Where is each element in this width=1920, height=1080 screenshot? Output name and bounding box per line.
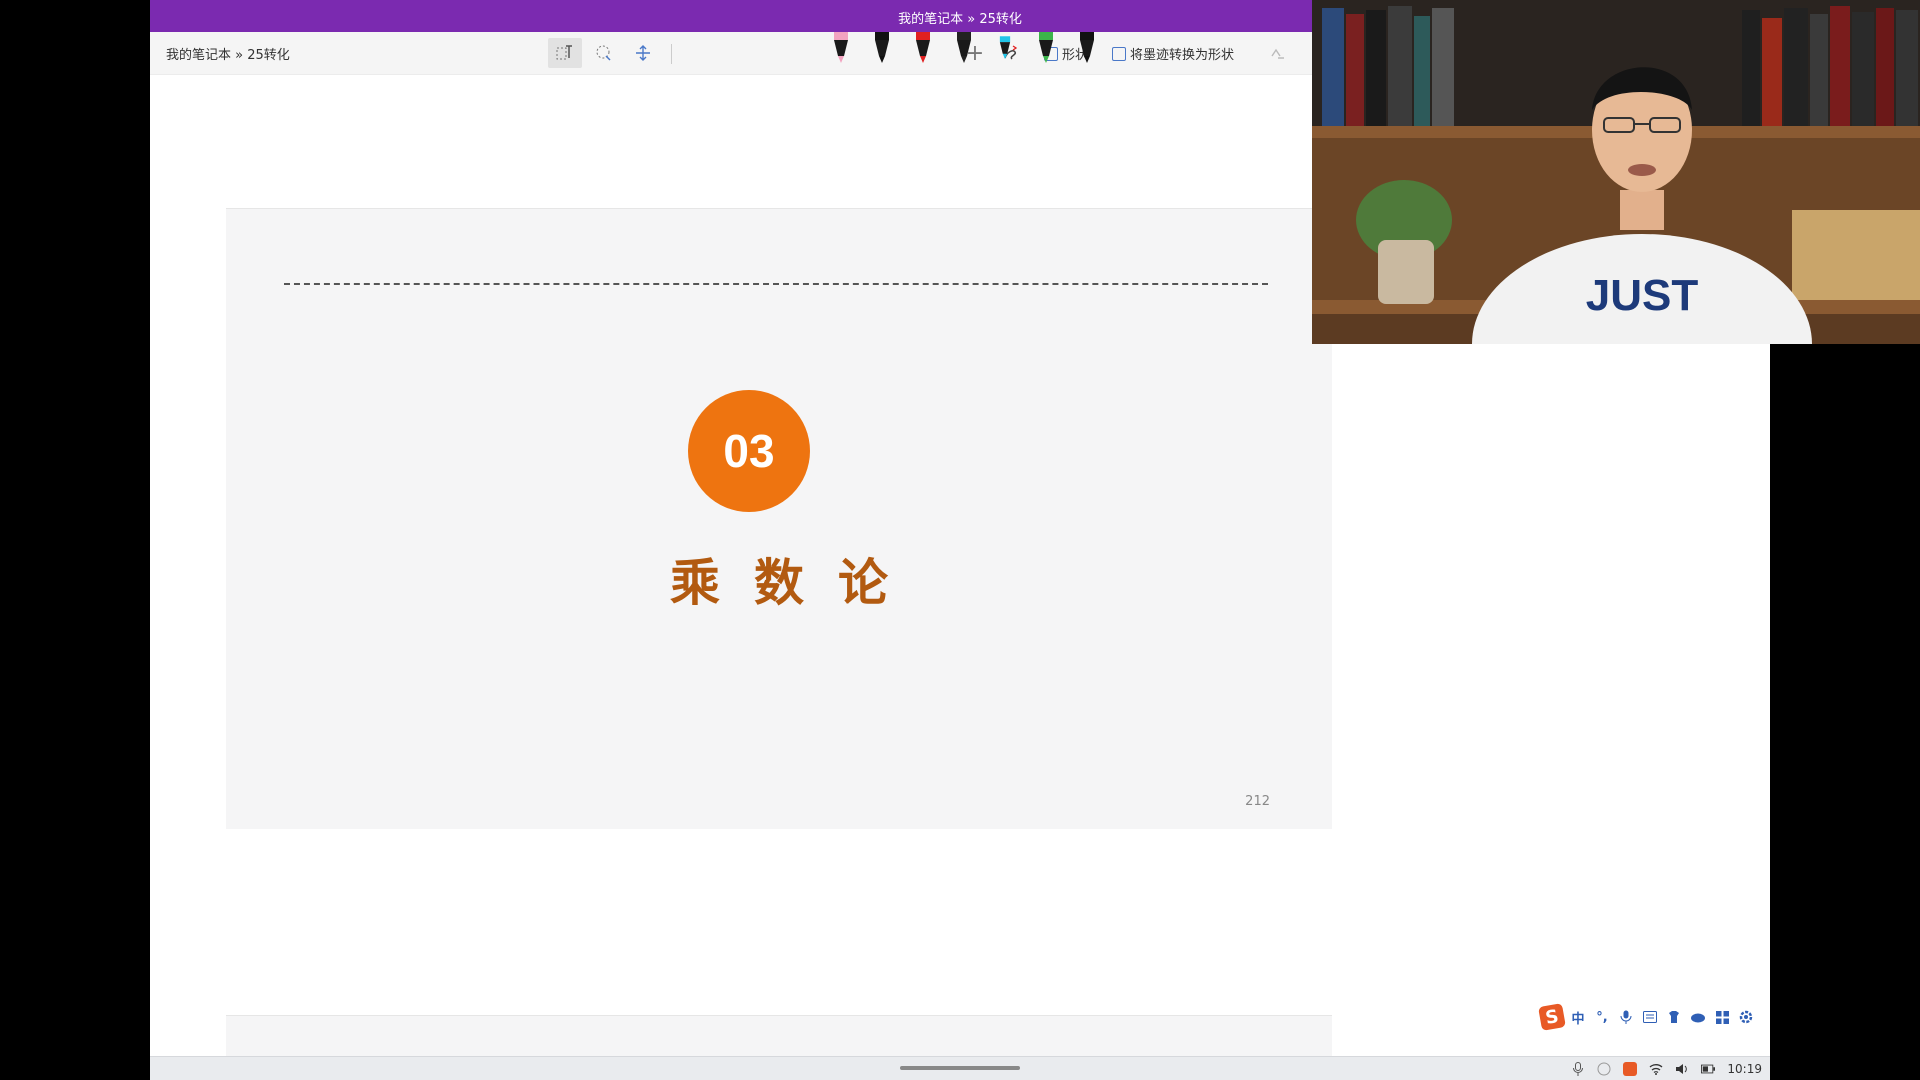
skin-icon[interactable] [1664, 1007, 1684, 1027]
pen-black-1-button[interactable] [871, 32, 893, 68]
system-tray: 10:19 [1571, 1059, 1762, 1079]
pen-cyan-button[interactable] [994, 32, 1016, 68]
breadcrumb[interactable]: 我的笔记本 » 25转化 [166, 44, 290, 63]
ime-mode-toggle[interactable]: 中 [1568, 1007, 1588, 1027]
pen-icon [916, 32, 930, 63]
ink-to-shape-icon [1112, 46, 1126, 61]
ink-to-math-icon [1271, 48, 1284, 59]
ime-toolbar: S 中 °, [1538, 1002, 1770, 1032]
sogou-tray-icon[interactable] [1623, 1062, 1638, 1076]
webcam-presenter-image: JUST [1312, 0, 1920, 344]
slide-printout: 03 乘数论 212 [226, 208, 1332, 829]
wifi-icon[interactable] [1649, 1062, 1663, 1076]
pen-pink-button[interactable] [830, 32, 852, 68]
select-text-tool-button[interactable] [548, 38, 582, 68]
lasso-select-button[interactable] [588, 38, 618, 68]
pen-red-button[interactable] [912, 32, 934, 68]
clock[interactable]: 10:19 [1727, 1062, 1762, 1076]
punctuation-icon[interactable]: °, [1592, 1007, 1612, 1027]
toolbar-separator [671, 44, 672, 64]
webcam-overlay: JUST [1312, 0, 1920, 344]
select-text-icon [556, 45, 572, 60]
pen-icon [1080, 32, 1094, 63]
insert-space-button[interactable] [628, 38, 658, 68]
volume-icon[interactable] [1675, 1062, 1689, 1076]
slide-page-number: 212 [1245, 794, 1270, 809]
pen-green-button[interactable] [1035, 32, 1057, 68]
cloud-icon[interactable] [1688, 1007, 1708, 1027]
pen-icon [957, 32, 971, 63]
microphone-tray-icon[interactable] [1571, 1062, 1585, 1076]
keyboard-icon[interactable] [1640, 1007, 1660, 1027]
horizontal-scroll-handle[interactable] [900, 1066, 1020, 1070]
next-slide-printout [226, 1015, 1332, 1056]
pen-icon [999, 36, 1011, 59]
lasso-icon [596, 45, 611, 61]
pen-black-2-button[interactable] [953, 32, 975, 68]
status-bar: 10:19 [150, 1056, 1770, 1080]
ink-to-shape-button[interactable]: 将墨迹转换为形状 [1112, 44, 1234, 63]
section-number-badge: 03 [688, 390, 810, 512]
battery-icon[interactable] [1701, 1062, 1716, 1076]
dashed-divider [284, 283, 1268, 285]
insert-space-icon [636, 45, 650, 61]
svg-text:JUST: JUST [1586, 271, 1699, 320]
apps-grid-icon[interactable] [1712, 1007, 1732, 1027]
ink-to-shape-label: 将墨迹转换为形状 [1130, 48, 1235, 63]
slide-title: 乘数论 [670, 554, 922, 612]
pen-icon [834, 32, 848, 63]
ink-to-math-button[interactable] [1266, 38, 1290, 68]
settings-gear-icon[interactable] [1736, 1007, 1756, 1027]
sogou-logo-icon[interactable]: S [1538, 1003, 1566, 1031]
pen-black-3-button[interactable] [1076, 32, 1098, 68]
pen-icon [875, 32, 889, 63]
language-tray-icon[interactable] [1597, 1062, 1611, 1076]
pen-icon [1039, 32, 1053, 63]
microphone-icon[interactable] [1616, 1007, 1636, 1027]
